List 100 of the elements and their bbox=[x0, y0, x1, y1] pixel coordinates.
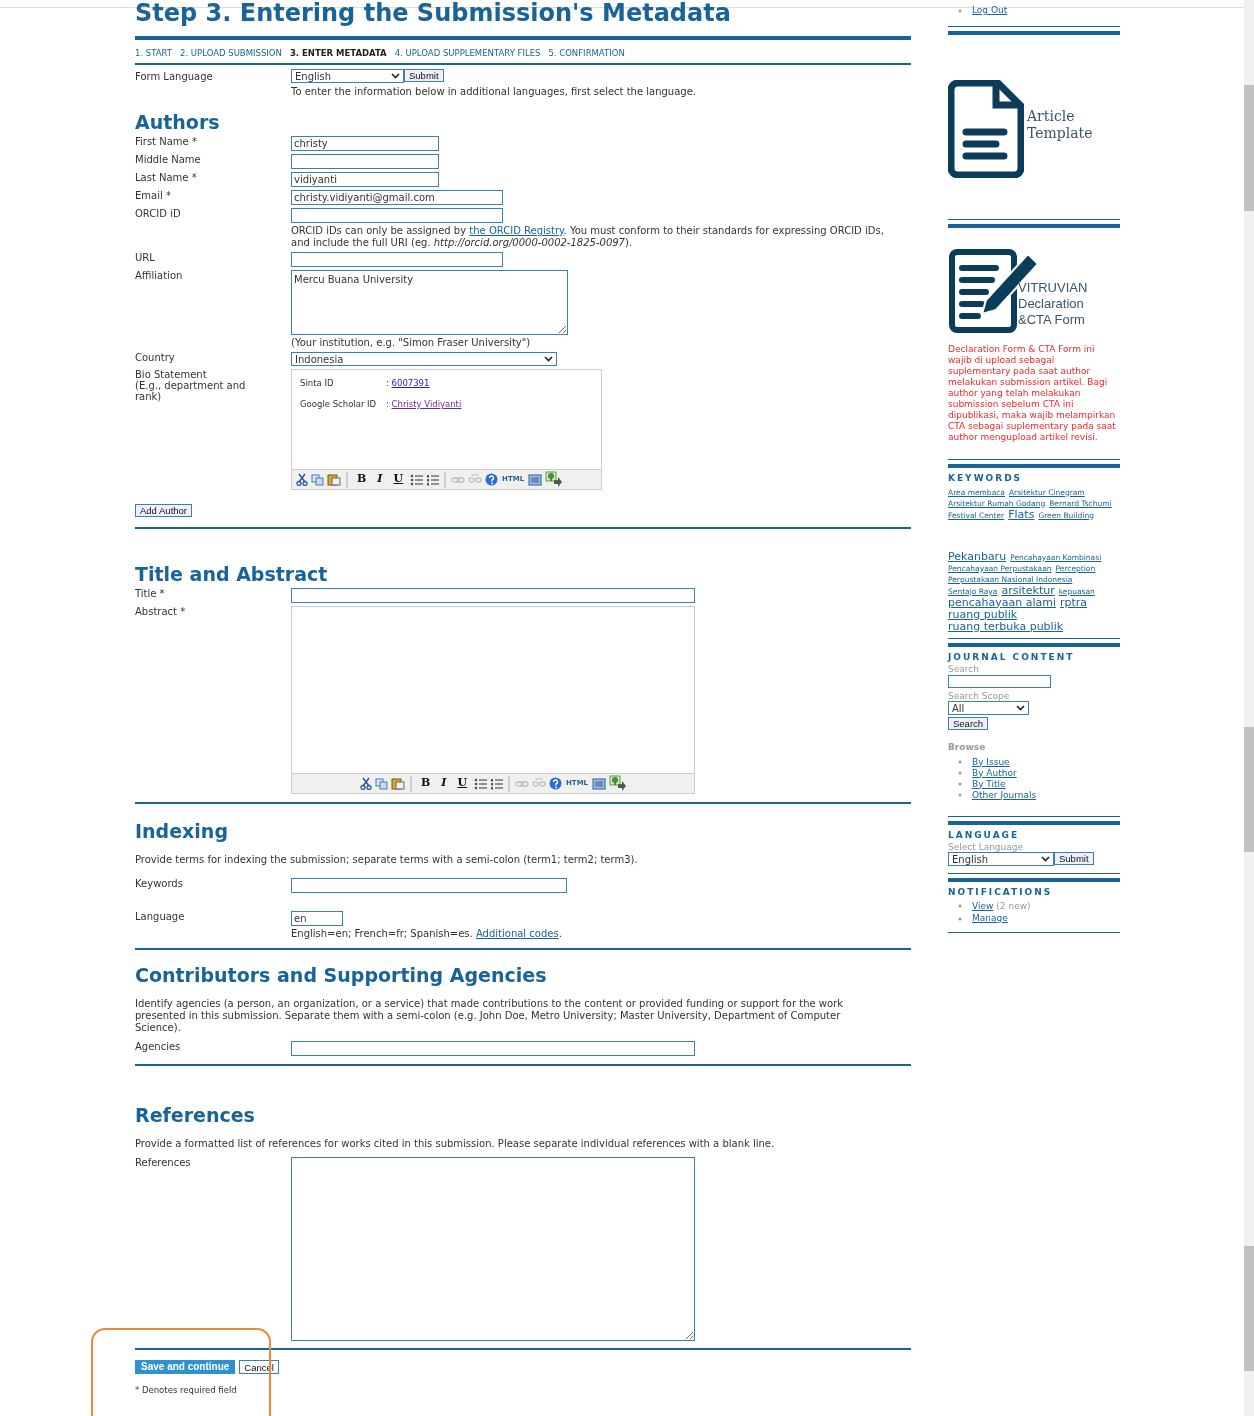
field-hint: ORCID iDs can only be assigned by the ORCID Registry. You must conform to their standards for expressing ORCID iDs, and include the full URI (eg. http://orcid.org/0000-0002-1825-0097). bbox=[291, 225, 885, 249]
submit-button[interactable]: Submit bbox=[1054, 852, 1094, 865]
scrollbar-thumb[interactable] bbox=[1244, 727, 1254, 852]
section-heading: Title and Abstract bbox=[135, 563, 329, 585]
step-link[interactable]: 5. CONFIRMATION bbox=[548, 46, 625, 60]
field-label: Middle Name bbox=[135, 154, 202, 165]
sidebar-heading: KEYWORDS bbox=[948, 472, 1024, 485]
banner-text: VITRUVIAN Declaration &CTA Form bbox=[1018, 280, 1088, 328]
section-description: Identify agencies (a person, an organization, or a service) that made contributions to the content or provided funding or support for the work presented in this submission. Separate them with a semi-colon (e.g. John Doe, Metro University; Master University, Department of Computer Science). bbox=[135, 998, 845, 1034]
submit-button[interactable]: Submit bbox=[404, 69, 444, 82]
field-label: Search Scope bbox=[948, 691, 1011, 701]
add-author-button[interactable]: Add Author bbox=[135, 504, 192, 517]
footnote: * Denotes required field bbox=[135, 1384, 238, 1397]
bio-label: Google Scholar ID bbox=[300, 397, 378, 411]
bullet-icon bbox=[958, 793, 962, 797]
field-label: References bbox=[135, 1157, 192, 1168]
field-label: Affiliation bbox=[135, 270, 184, 281]
sidebar-link[interactable]: Manage bbox=[972, 913, 1008, 924]
step-link[interactable]: 4. UPLOAD SUPPLEMENTARY FILES bbox=[394, 46, 541, 60]
scrollbar-thumb[interactable] bbox=[1244, 85, 1254, 211]
step-link[interactable]: 3. ENTER METADATA bbox=[289, 46, 387, 60]
underline-button[interactable]: U bbox=[389, 471, 408, 488]
sidebar-heading: LANGUAGE bbox=[948, 828, 1021, 842]
bullet-icon bbox=[958, 782, 962, 786]
document-icon bbox=[948, 80, 1024, 178]
profile-link[interactable]: 6007391 bbox=[391, 377, 430, 390]
sidebar-link[interactable]: By Issue bbox=[972, 756, 1010, 768]
page-title: Step 3. Entering the Submission's Metadata bbox=[135, 0, 732, 26]
hint-text: To enter the information below in additional languages, first select the language. bbox=[291, 85, 696, 99]
sidebar-link[interactable]: Log Out bbox=[972, 5, 1008, 16]
banner-text: Article Template bbox=[1027, 108, 1093, 142]
field-hint: (Your institution, e.g. "Simon Fraser University") bbox=[291, 337, 532, 349]
field-label: Title * bbox=[135, 588, 166, 599]
count-label: (2 new) bbox=[996, 899, 1031, 913]
search-field[interactable] bbox=[948, 675, 1051, 688]
keyword-tag[interactable]: arsitektur bbox=[1001, 584, 1055, 597]
text-field[interactable] bbox=[291, 154, 439, 169]
field-label: Browse bbox=[948, 741, 987, 754]
sidebar-link[interactable]: View bbox=[972, 900, 994, 912]
section-heading: Authors bbox=[135, 111, 221, 133]
sidebar-link[interactable]: By Author bbox=[972, 767, 1017, 779]
text-field[interactable]: christy.vidiyanti@gmail.com bbox=[291, 190, 503, 205]
bullet-icon bbox=[958, 760, 962, 764]
field-label: URL bbox=[135, 252, 156, 263]
underline-button[interactable]: U bbox=[453, 775, 471, 792]
field-hint: (E.g., department and rank) bbox=[135, 380, 247, 402]
text-area[interactable]: Mercu Buana University bbox=[291, 270, 568, 335]
field-hint: English=en; French=fr; Spanish=es. Additional codes. bbox=[291, 928, 563, 940]
toolbar-separator bbox=[444, 471, 447, 488]
field-label: Bio Statement bbox=[135, 369, 208, 380]
keyword-tag[interactable]: Pekanbaru bbox=[948, 550, 1007, 563]
section-description: Provide a formatted list of references for works cited in this submission. Please separate individual references with a blank line. bbox=[135, 1138, 776, 1150]
field-label: Agencies bbox=[135, 1041, 182, 1052]
scrollbar-thumb[interactable] bbox=[1244, 1246, 1254, 1371]
search-button[interactable]: Search bbox=[948, 717, 989, 730]
field-label: Search bbox=[948, 664, 980, 674]
section-heading: Indexing bbox=[135, 820, 229, 842]
field-label: ORCID iD bbox=[135, 208, 182, 219]
language-select[interactable]: English bbox=[948, 852, 1054, 866]
step-link[interactable]: 1. START bbox=[135, 46, 173, 60]
sidebar-link[interactable]: By Title bbox=[972, 778, 1006, 790]
chevron-icon bbox=[1041, 856, 1050, 862]
keyword-tag[interactable]: pencahayaan alami bbox=[948, 596, 1056, 609]
sidebar-heading: NOTIFICATIONS bbox=[948, 886, 1054, 899]
language-select[interactable]: English bbox=[291, 69, 404, 83]
text-field[interactable]: en bbox=[291, 911, 343, 926]
italic-button[interactable]: I bbox=[437, 775, 451, 792]
chevron-icon bbox=[391, 73, 400, 79]
text-field[interactable] bbox=[291, 588, 695, 603]
field-label: Last Name * bbox=[135, 172, 198, 183]
text-field[interactable] bbox=[291, 252, 503, 267]
bold-button[interactable]: B bbox=[353, 471, 371, 488]
notice-text: Declaration Form & CTA Form ini wajib di upload sebagai suplementary pada saat author melakukan submission artikel. Bagi author yang telah melakukan submission sebelum CTA ini dipublikasi, maka wajib melampirkan CTA sebagai suplementary pada saat author mengupload artikel revisi. bbox=[948, 344, 1116, 443]
field-label: Email * bbox=[135, 190, 172, 201]
country-select[interactable]: Indonesia bbox=[291, 352, 557, 366]
step-link[interactable]: 2. UPLOAD SUBMISSION bbox=[180, 46, 282, 60]
keyword-tag[interactable]: Flats bbox=[1008, 508, 1035, 521]
sidebar-link[interactable]: Other Journals bbox=[972, 789, 1037, 801]
keyword-tag[interactable]: rptra bbox=[1060, 596, 1088, 609]
section-heading: References bbox=[135, 1104, 256, 1126]
field-label: Abstract * bbox=[135, 606, 187, 617]
text-field[interactable]: vidiyanti bbox=[291, 172, 439, 187]
text-field[interactable] bbox=[291, 878, 567, 893]
bullet-icon bbox=[958, 8, 962, 13]
toolbar-separator bbox=[409, 775, 412, 792]
text-link[interactable]: Additional codes bbox=[475, 928, 559, 939]
keyword-tag[interactable]: ruang publik bbox=[948, 608, 1018, 621]
bold-button[interactable]: B bbox=[416, 775, 435, 792]
text-field[interactable] bbox=[291, 1041, 695, 1056]
colon-separator: : bbox=[386, 397, 390, 411]
text-field[interactable]: christy bbox=[291, 136, 439, 151]
scope-select[interactable]: All bbox=[948, 701, 1029, 715]
field-label: Form Language bbox=[135, 70, 214, 84]
profile-link[interactable]: Christy Vidiyanti bbox=[391, 397, 462, 411]
keyword-tag[interactable]: ruang terbuka publik bbox=[948, 620, 1064, 633]
italic-button[interactable]: I bbox=[373, 471, 387, 488]
field-label: Language bbox=[135, 911, 186, 922]
text-field[interactable] bbox=[291, 208, 503, 223]
text-link[interactable]: the ORCID Registry bbox=[469, 225, 564, 236]
bullet-icon bbox=[958, 904, 962, 909]
